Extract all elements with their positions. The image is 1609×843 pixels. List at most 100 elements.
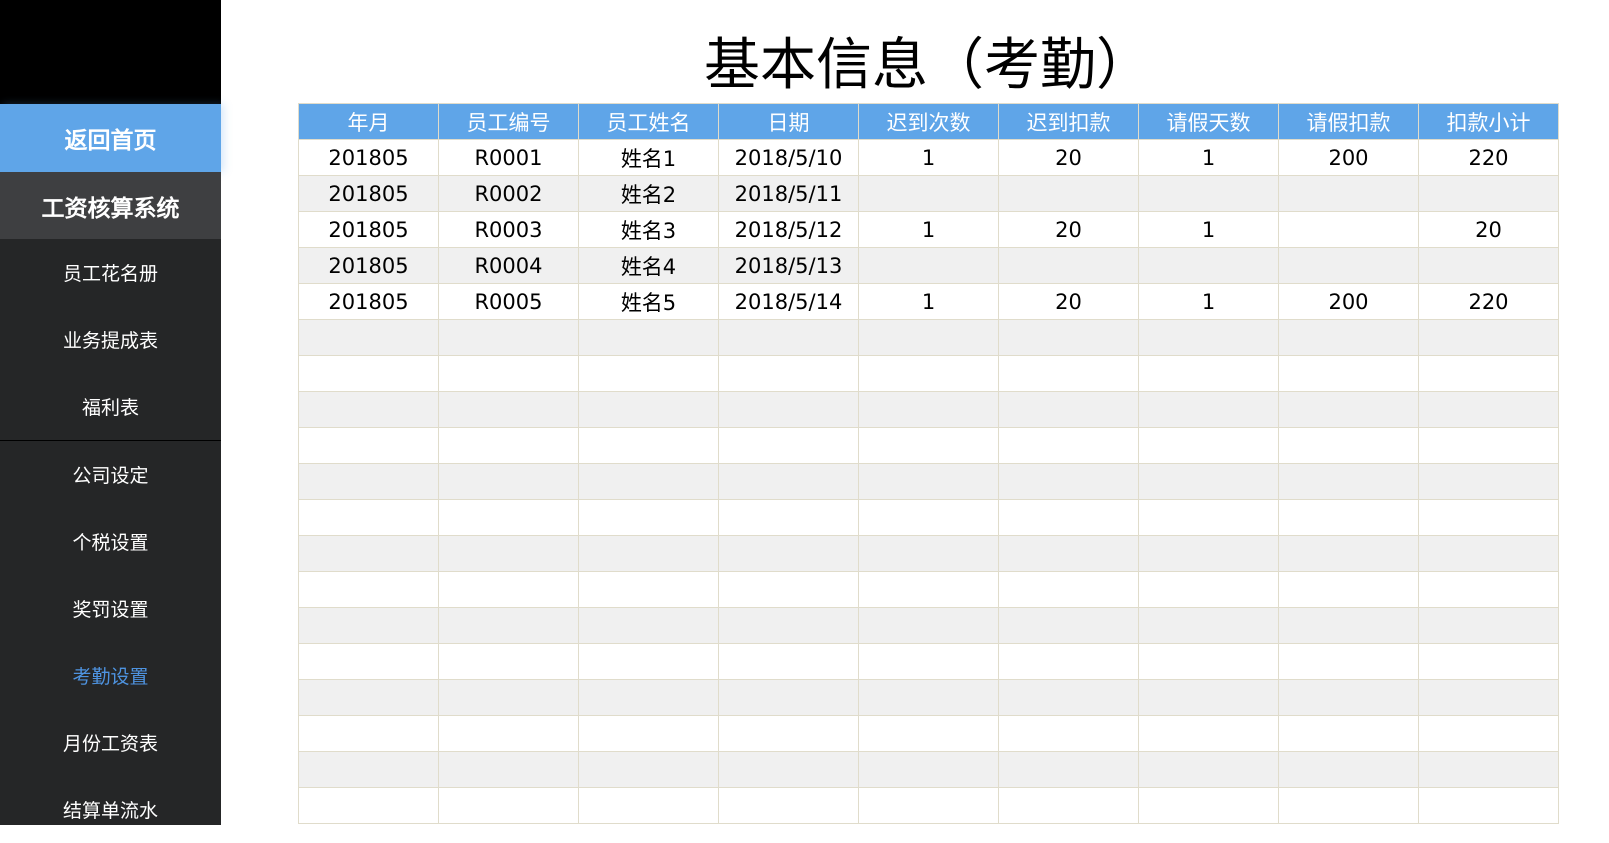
sidebar-item[interactable]: 月份工资表	[0, 709, 221, 776]
table-cell[interactable]: R0001	[438, 139, 579, 176]
table-cell[interactable]	[998, 391, 1139, 428]
sidebar-item[interactable]: 个税设置	[0, 508, 221, 575]
table-cell[interactable]: 201805	[298, 247, 439, 284]
table-cell[interactable]: 200	[1278, 139, 1419, 176]
table-cell[interactable]	[578, 535, 719, 572]
table-cell[interactable]	[1278, 787, 1419, 824]
table-cell[interactable]: 20	[998, 283, 1139, 320]
table-cell[interactable]	[718, 463, 859, 500]
table-cell[interactable]	[998, 643, 1139, 680]
table-cell[interactable]	[438, 535, 579, 572]
table-cell[interactable]	[858, 535, 999, 572]
table-cell[interactable]	[718, 319, 859, 356]
table-cell[interactable]	[718, 751, 859, 788]
table-cell[interactable]	[1418, 427, 1559, 464]
table-cell[interactable]: 201805	[298, 283, 439, 320]
table-cell[interactable]: 1	[1138, 283, 1279, 320]
table-cell[interactable]: 姓名5	[578, 283, 719, 320]
sidebar-item[interactable]: 结算单流水	[0, 776, 221, 843]
table-cell[interactable]	[1418, 463, 1559, 500]
table-cell[interactable]	[578, 751, 719, 788]
table-cell[interactable]	[298, 787, 439, 824]
table-cell[interactable]	[578, 643, 719, 680]
table-cell[interactable]	[578, 355, 719, 392]
table-cell[interactable]	[1138, 607, 1279, 644]
table-cell[interactable]	[298, 391, 439, 428]
table-cell[interactable]	[858, 319, 999, 356]
table-cell[interactable]	[858, 679, 999, 716]
table-cell[interactable]	[438, 643, 579, 680]
table-cell[interactable]	[998, 679, 1139, 716]
table-cell[interactable]: 201805	[298, 175, 439, 212]
table-cell[interactable]	[1418, 607, 1559, 644]
table-cell[interactable]	[438, 715, 579, 752]
table-cell[interactable]	[1278, 607, 1419, 644]
table-cell[interactable]	[1138, 319, 1279, 356]
table-cell[interactable]	[438, 607, 579, 644]
table-cell[interactable]	[298, 607, 439, 644]
table-cell[interactable]: R0005	[438, 283, 579, 320]
table-cell[interactable]	[438, 355, 579, 392]
sidebar-item[interactable]: 业务提成表	[0, 306, 221, 373]
table-cell[interactable]	[438, 463, 579, 500]
table-cell[interactable]	[1138, 751, 1279, 788]
table-cell[interactable]	[1278, 571, 1419, 608]
table-cell[interactable]	[1138, 715, 1279, 752]
sidebar-item[interactable]: 奖罚设置	[0, 575, 221, 642]
table-cell[interactable]	[1418, 679, 1559, 716]
table-cell[interactable]	[1418, 175, 1559, 212]
table-cell[interactable]: 1	[858, 139, 999, 176]
table-cell[interactable]	[998, 319, 1139, 356]
table-cell[interactable]: 220	[1418, 283, 1559, 320]
table-cell[interactable]	[1138, 643, 1279, 680]
column-header[interactable]: 年月	[298, 103, 439, 140]
table-cell[interactable]: 姓名2	[578, 175, 719, 212]
table-cell[interactable]	[578, 715, 719, 752]
table-cell[interactable]	[858, 715, 999, 752]
column-header[interactable]: 扣款小计	[1418, 103, 1559, 140]
table-cell[interactable]	[1418, 643, 1559, 680]
table-cell[interactable]	[298, 535, 439, 572]
table-cell[interactable]	[1278, 463, 1419, 500]
table-cell[interactable]	[1278, 535, 1419, 572]
table-cell[interactable]: 201805	[298, 211, 439, 248]
table-cell[interactable]	[298, 355, 439, 392]
table-cell[interactable]	[1278, 175, 1419, 212]
table-cell[interactable]	[858, 247, 999, 284]
table-cell[interactable]	[718, 787, 859, 824]
table-cell[interactable]	[438, 571, 579, 608]
table-cell[interactable]: 2018/5/13	[718, 247, 859, 284]
table-cell[interactable]	[438, 787, 579, 824]
table-cell[interactable]	[1138, 499, 1279, 536]
table-cell[interactable]	[438, 319, 579, 356]
table-cell[interactable]	[998, 787, 1139, 824]
table-cell[interactable]	[1418, 751, 1559, 788]
table-cell[interactable]: 201805	[298, 139, 439, 176]
table-cell[interactable]	[1138, 355, 1279, 392]
table-cell[interactable]	[1418, 391, 1559, 428]
table-cell[interactable]	[718, 607, 859, 644]
table-cell[interactable]	[1138, 463, 1279, 500]
table-cell[interactable]	[998, 751, 1139, 788]
table-cell[interactable]	[1418, 247, 1559, 284]
table-cell[interactable]	[858, 607, 999, 644]
table-cell[interactable]	[858, 571, 999, 608]
table-cell[interactable]	[718, 427, 859, 464]
table-cell[interactable]	[718, 355, 859, 392]
table-cell[interactable]: 20	[998, 139, 1139, 176]
table-cell[interactable]: 1	[858, 211, 999, 248]
table-cell[interactable]	[1278, 319, 1419, 356]
table-cell[interactable]: R0003	[438, 211, 579, 248]
table-cell[interactable]	[858, 175, 999, 212]
table-cell[interactable]	[438, 427, 579, 464]
sidebar-item[interactable]: 员工花名册	[0, 239, 221, 306]
table-cell[interactable]	[298, 571, 439, 608]
table-cell[interactable]	[998, 715, 1139, 752]
table-cell[interactable]	[718, 535, 859, 572]
table-cell[interactable]	[718, 715, 859, 752]
table-cell[interactable]	[1278, 427, 1419, 464]
table-cell[interactable]	[998, 247, 1139, 284]
table-cell[interactable]: 2018/5/10	[718, 139, 859, 176]
table-cell[interactable]	[1278, 679, 1419, 716]
table-cell[interactable]	[1418, 535, 1559, 572]
